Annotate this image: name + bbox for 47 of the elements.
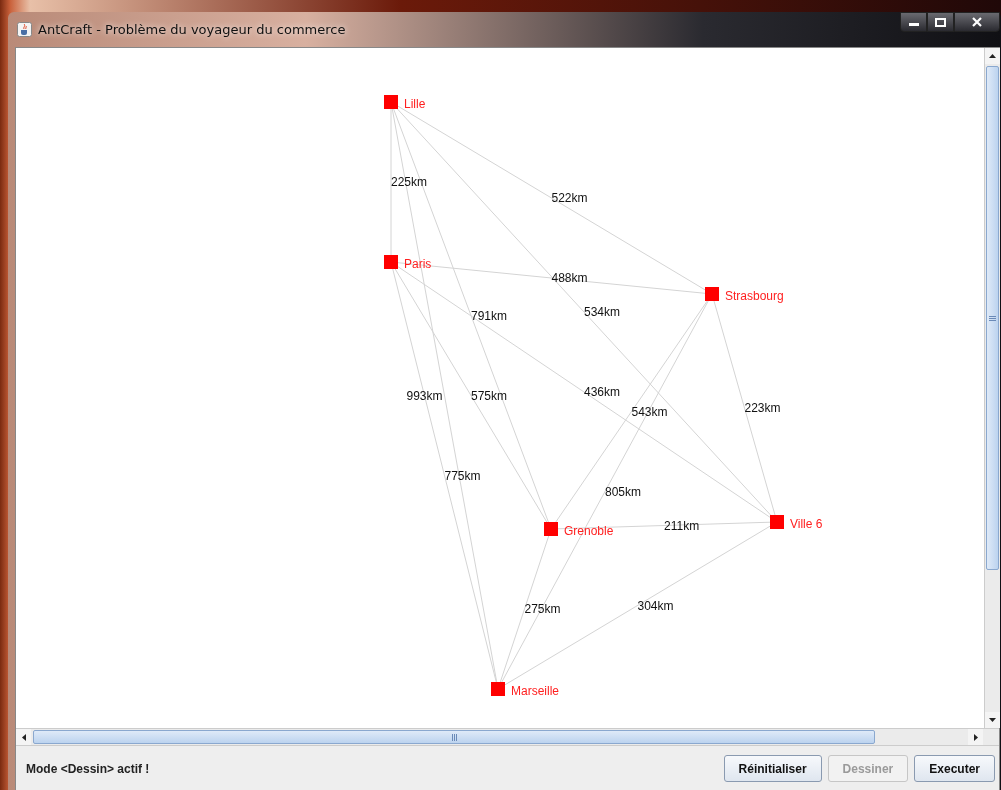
window-title: AntCraft - Problème du voyageur du commerce [38,22,346,37]
city-node [491,682,505,696]
distance-label: 575km [471,388,508,403]
city-node [770,515,784,529]
city-label: Ville 6 [790,517,823,531]
scrollbar-thumb[interactable] [33,730,875,744]
city-node [384,95,398,109]
distance-label: 775km [444,468,481,483]
distance-label: 488km [551,271,588,285]
city-node [705,287,719,301]
city-label: Strasbourg [725,289,784,303]
scroll-right-icon[interactable] [968,729,983,745]
city-label: Grenoble [564,524,614,538]
grip-icon [451,733,457,741]
distance-label: 225km [391,175,428,189]
city-label: Lille [404,97,426,111]
minimize-button[interactable] [900,12,927,32]
action-button[interactable]: Réinitialiser [723,755,822,782]
distance-label: 275km [524,602,561,616]
scroll-down-icon[interactable] [985,712,1000,728]
distance-label: 993km [406,388,443,403]
distance-label: 543km [631,404,668,419]
city-node [384,255,398,269]
action-button[interactable]: Executer [914,755,995,782]
distance-label: 522km [551,191,588,205]
horizontal-scrollbar[interactable] [16,729,983,745]
distance-label: 436km [584,385,621,399]
cup-icon [17,22,32,37]
distance-label: 304km [637,598,674,613]
close-icon [972,17,982,27]
maximize-button[interactable] [927,12,954,32]
status-text: Mode <Dessin> actif ! [26,761,150,776]
city-node [544,522,558,536]
distance-label: 791km [471,308,508,323]
scroll-up-icon[interactable] [985,48,1000,64]
close-button[interactable] [954,12,1000,32]
distance-label: 805km [605,484,642,499]
city-label: Paris [404,257,432,271]
maximize-icon [935,17,946,27]
distance-label: 534km [584,305,621,319]
city-label: Marseille [511,684,559,698]
grip-icon [989,315,996,321]
distance-label: 211km [664,518,700,533]
distance-label: 223km [744,401,781,415]
vertical-scrollbar[interactable] [984,48,1000,728]
scrollbar-thumb[interactable] [986,66,999,570]
scroll-left-icon[interactable] [16,729,31,745]
